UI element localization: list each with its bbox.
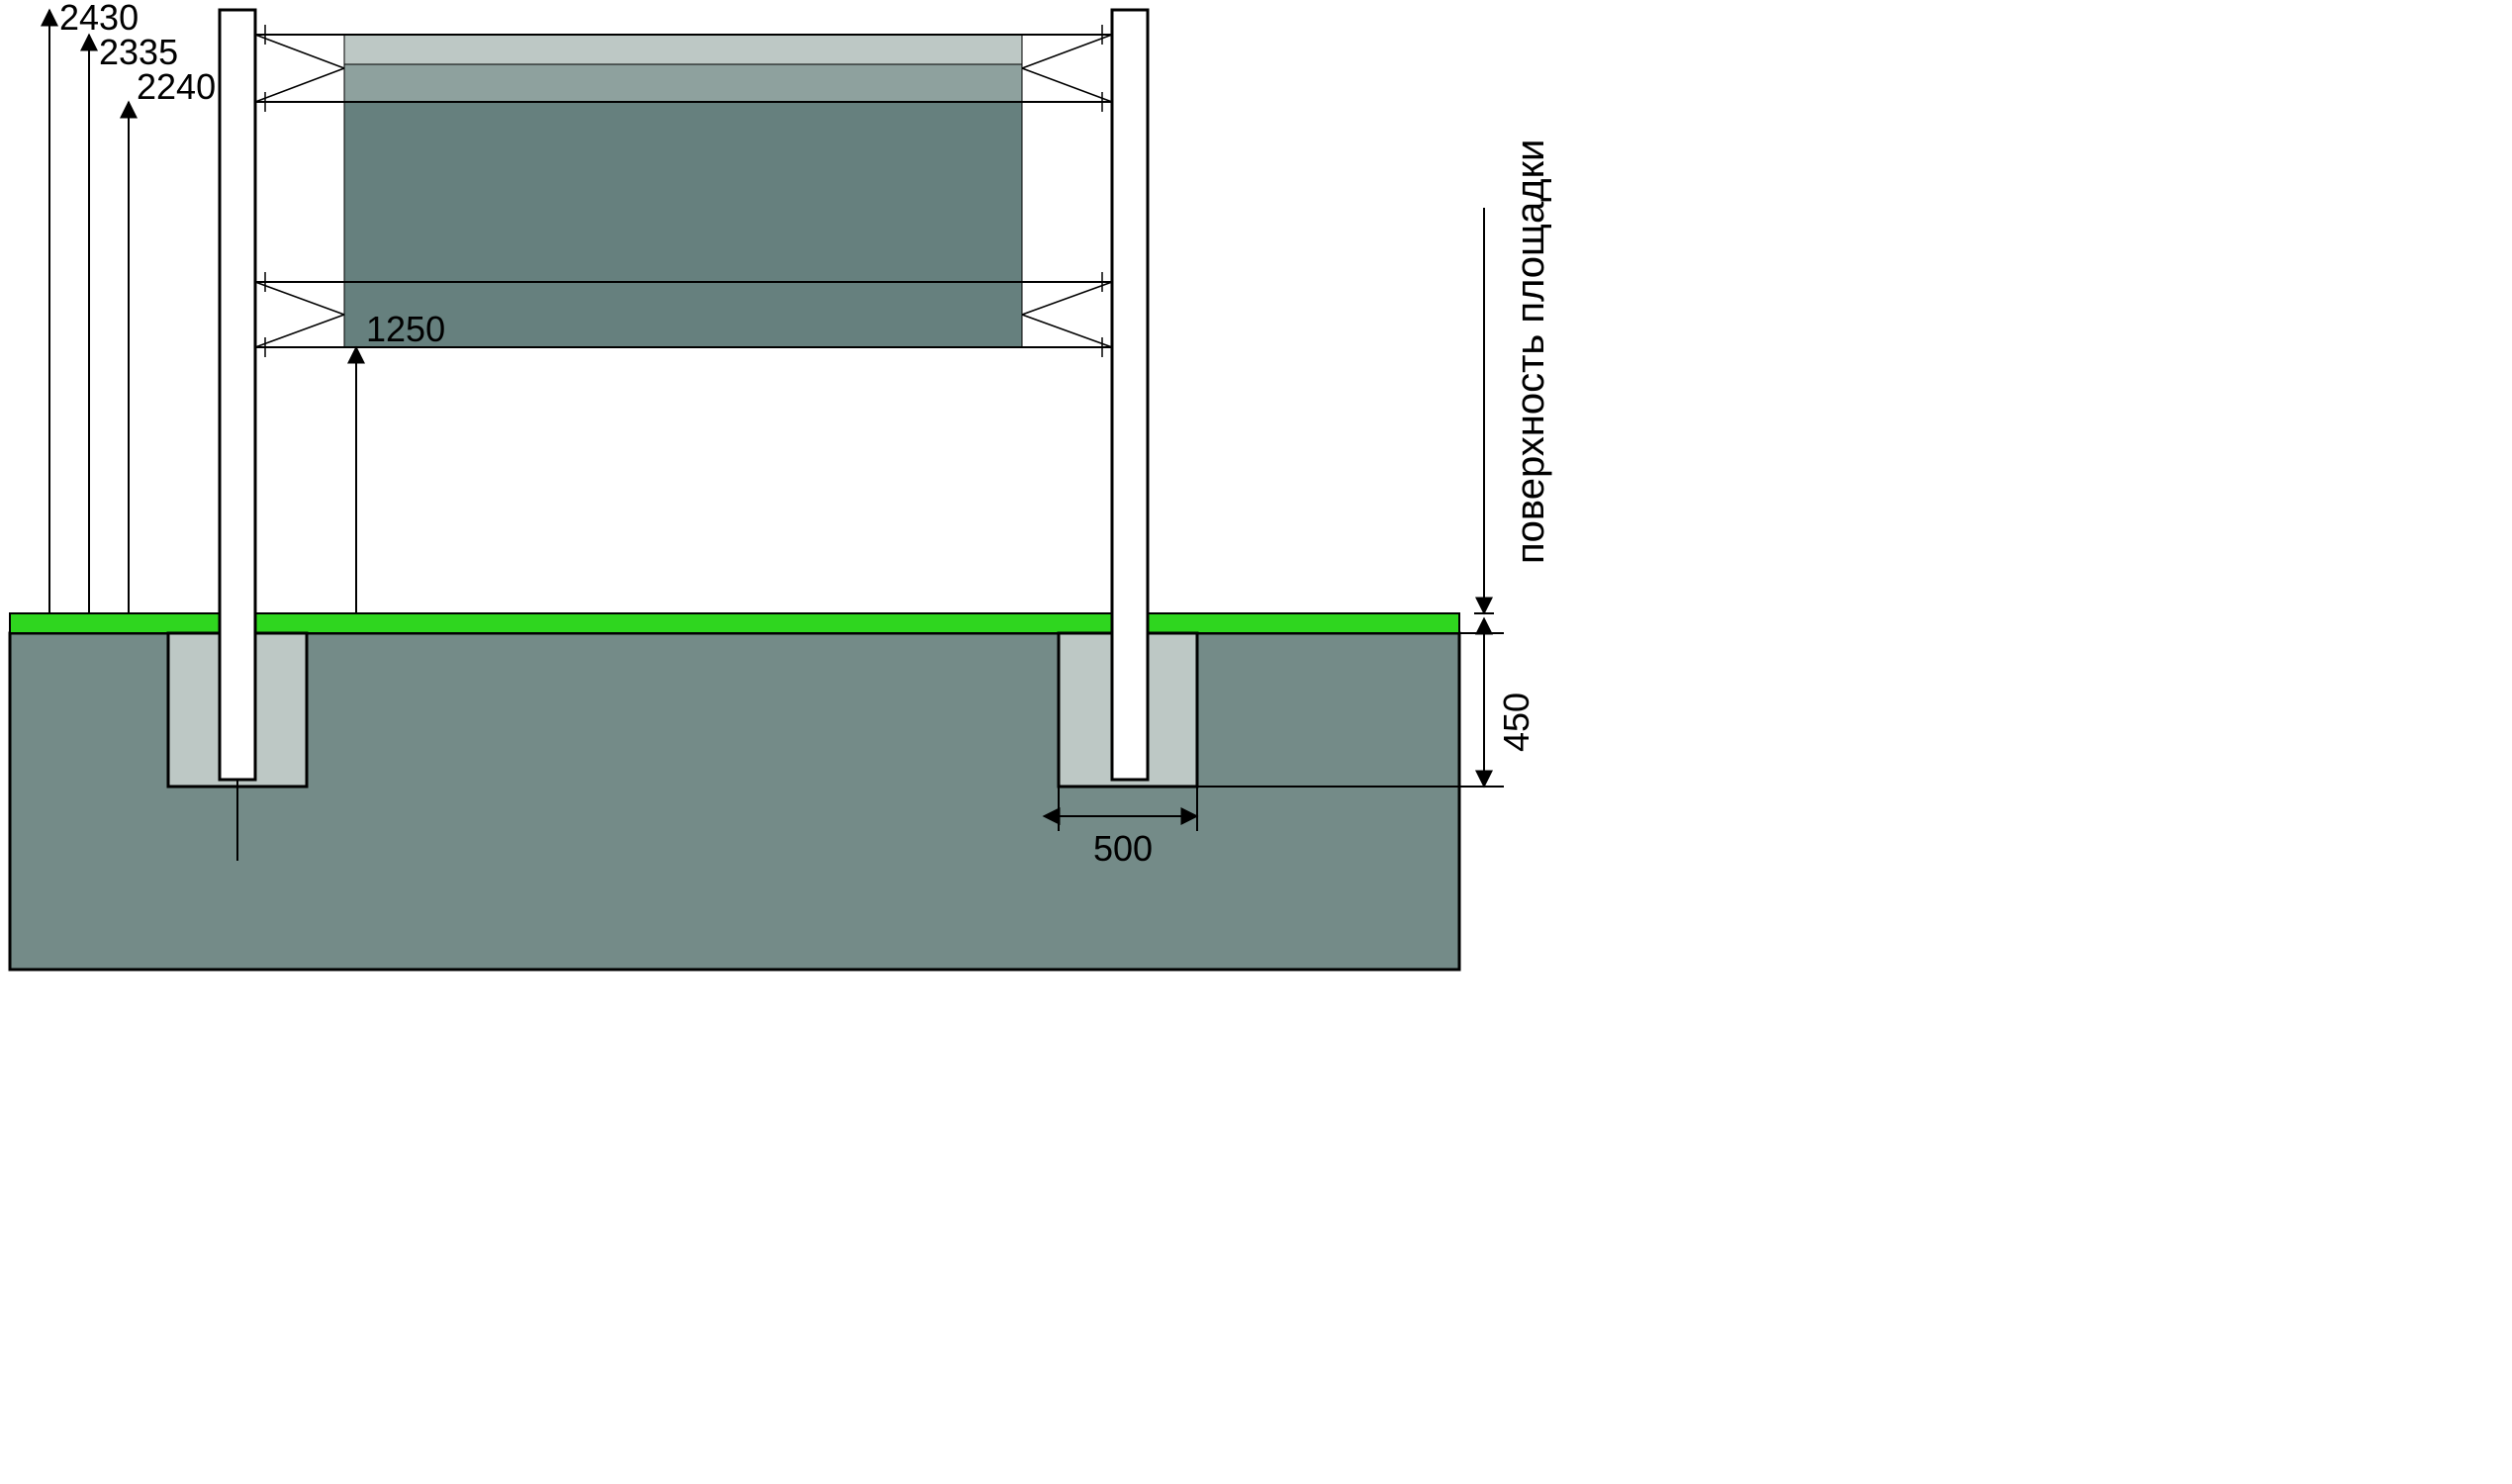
ground-surface-label: поверхность площадки <box>1509 139 1552 564</box>
bracing-lower-right <box>1022 272 1112 357</box>
dimension-arrows-left <box>49 10 129 613</box>
bracing-upper-left <box>255 25 344 112</box>
bracing-lower-left <box>255 272 344 357</box>
technical-drawing: 2430 2335 2240 1250 поверхность площадки… <box>0 0 1682 989</box>
panel-upper-mid <box>344 64 1022 102</box>
bracing-upper-right <box>1022 25 1112 112</box>
dim-1250: 1250 <box>366 309 445 349</box>
dim-450: 450 <box>1496 693 1536 752</box>
post-right <box>1112 10 1148 780</box>
post-left <box>220 10 255 780</box>
dim-2240: 2240 <box>137 66 216 107</box>
dim-500: 500 <box>1093 828 1153 869</box>
panel-main <box>344 102 1022 347</box>
